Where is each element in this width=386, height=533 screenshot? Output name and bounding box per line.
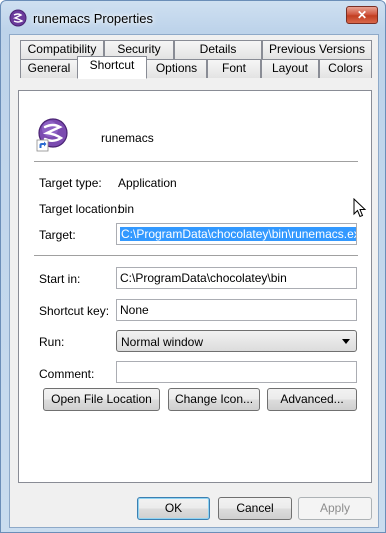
divider [34, 161, 358, 163]
tab-font[interactable]: Font [207, 59, 261, 78]
shortcut-key-label: Shortcut key: [39, 304, 110, 318]
shortcut-key-field[interactable]: None [116, 299, 357, 321]
dialog-client-area: Compatibility Security Details Previous … [9, 34, 379, 528]
ok-button[interactable]: OK [137, 497, 210, 520]
emacs-icon [36, 118, 68, 152]
target-label: Target: [39, 228, 76, 242]
target-field[interactable]: C:\ProgramData\chocolatey\bin\runemacs.e… [116, 223, 357, 245]
tab-details[interactable]: Details [174, 40, 262, 59]
divider [34, 255, 358, 257]
tab-colors[interactable]: Colors [319, 59, 372, 78]
run-select[interactable]: Normal window [116, 330, 357, 352]
run-label: Run: [39, 335, 65, 349]
emacs-icon [9, 9, 27, 27]
tab-previous-versions[interactable]: Previous Versions [262, 40, 372, 59]
window-title: runemacs Properties [33, 11, 153, 26]
shortcut-panel: runemacs Target type: Application Target… [18, 90, 372, 483]
target-field-value: C:\ProgramData\chocolatey\bin\runemacs.e… [120, 227, 356, 241]
target-type-value: Application [118, 176, 177, 190]
tab-shortcut[interactable]: Shortcut [77, 56, 147, 79]
close-button[interactable]: ✕ [346, 6, 378, 24]
comment-field[interactable] [116, 361, 357, 383]
mouse-cursor-icon [353, 198, 367, 218]
tab-options[interactable]: Options [146, 59, 207, 78]
start-in-label: Start in: [39, 272, 81, 286]
cancel-button[interactable]: Cancel [218, 497, 292, 520]
target-type-label: Target type: [39, 176, 102, 190]
open-file-location-button[interactable]: Open File Location [43, 388, 160, 411]
run-select-value: Normal window [121, 335, 204, 349]
app-name: runemacs [101, 131, 154, 145]
advanced-button[interactable]: Advanced... [267, 388, 357, 411]
tab-general[interactable]: General [20, 59, 78, 78]
start-in-field[interactable]: C:\ProgramData\chocolatey\bin [116, 267, 357, 289]
apply-button[interactable]: Apply [298, 497, 372, 520]
tab-layout[interactable]: Layout [261, 59, 319, 78]
target-location-label: Target location: [39, 202, 121, 216]
properties-window: runemacs Properties ✕ Compatibility Secu… [0, 0, 386, 533]
change-icon-button[interactable]: Change Icon... [168, 388, 260, 411]
chevron-down-icon [342, 339, 350, 344]
target-location-value: bin [118, 202, 135, 216]
title-bar[interactable]: runemacs Properties ✕ [1, 1, 385, 35]
comment-label: Comment: [39, 367, 95, 381]
